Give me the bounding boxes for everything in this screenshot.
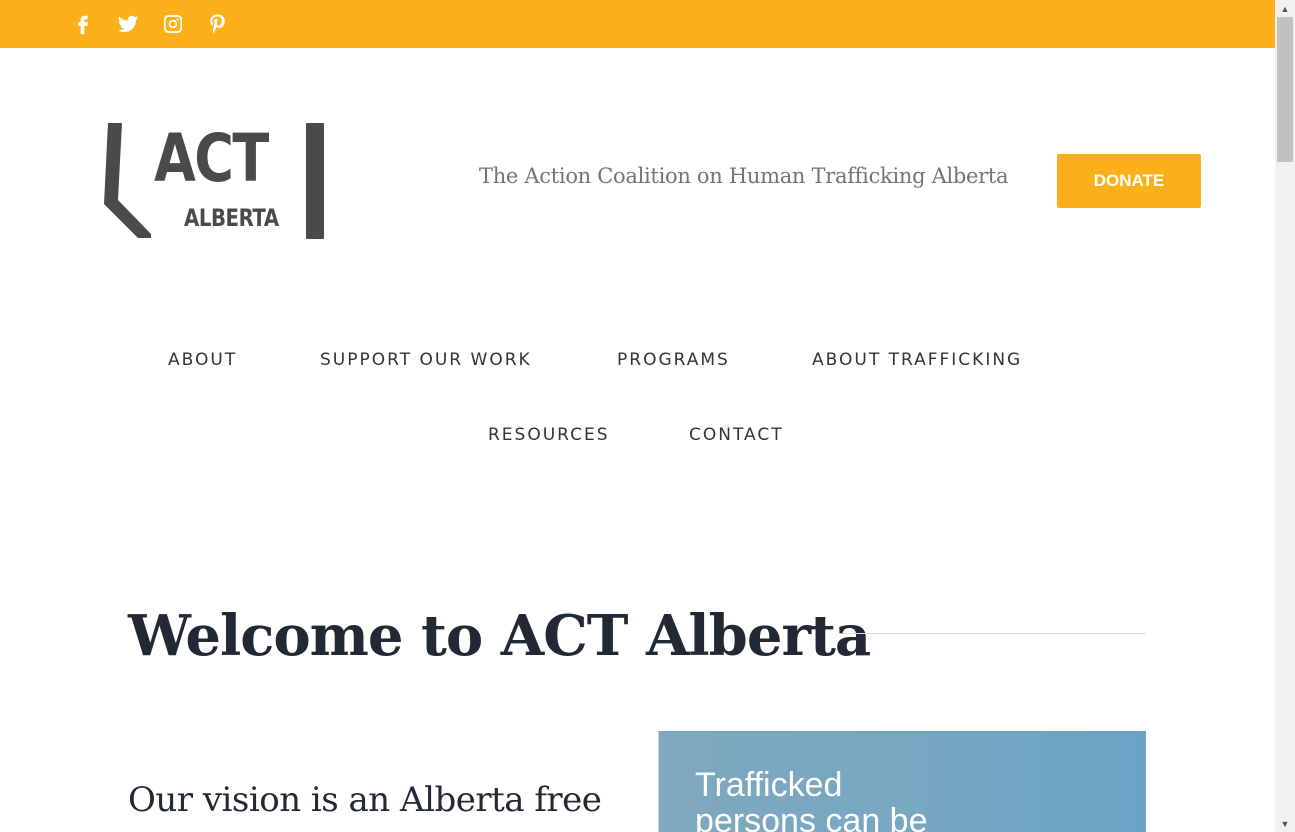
- top-bar: [0, 0, 1275, 48]
- scrollbar-thumb[interactable]: [1277, 17, 1293, 162]
- nav-item-programs[interactable]: PROGRAMS: [617, 350, 730, 370]
- title-divider: [843, 633, 1146, 634]
- pinterest-icon[interactable]: [206, 12, 230, 36]
- nav-item-support-our-work[interactable]: SUPPORT OUR WORK: [320, 350, 532, 370]
- instagram-icon[interactable]: [161, 12, 185, 36]
- nav-item-about[interactable]: ABOUT: [168, 350, 237, 370]
- scroll-down-arrow-icon[interactable]: ▼: [1275, 815, 1295, 832]
- vision-statement: Our vision is an Alberta free: [128, 780, 602, 820]
- feature-image-caption: Trafficked persons can be: [695, 767, 928, 832]
- feature-image: Trafficked persons can be: [658, 731, 1146, 832]
- scroll-up-arrow-icon[interactable]: ▲: [1275, 0, 1295, 17]
- nav-item-contact[interactable]: CONTACT: [689, 425, 784, 445]
- facebook-icon[interactable]: [71, 12, 95, 36]
- feature-caption-line1: Trafficked: [695, 766, 843, 804]
- site-tagline: The Action Coalition on Human Traffickin…: [479, 164, 1009, 188]
- vertical-scrollbar[interactable]: ▲ ▼: [1275, 0, 1295, 832]
- donate-button[interactable]: DONATE: [1057, 154, 1201, 208]
- logo-act-text: ACT: [154, 120, 269, 197]
- twitter-icon[interactable]: [116, 12, 140, 36]
- act-alberta-logo[interactable]: ACT ALBERTA: [104, 122, 328, 242]
- feature-caption-line2: persons can be: [695, 802, 928, 832]
- logo-alberta-text: ALBERTA: [184, 204, 279, 232]
- page-title: Welcome to ACT Alberta: [128, 603, 871, 669]
- nav-item-resources[interactable]: RESOURCES: [488, 425, 610, 445]
- nav-item-about-trafficking[interactable]: ABOUT TRAFFICKING: [812, 350, 1022, 370]
